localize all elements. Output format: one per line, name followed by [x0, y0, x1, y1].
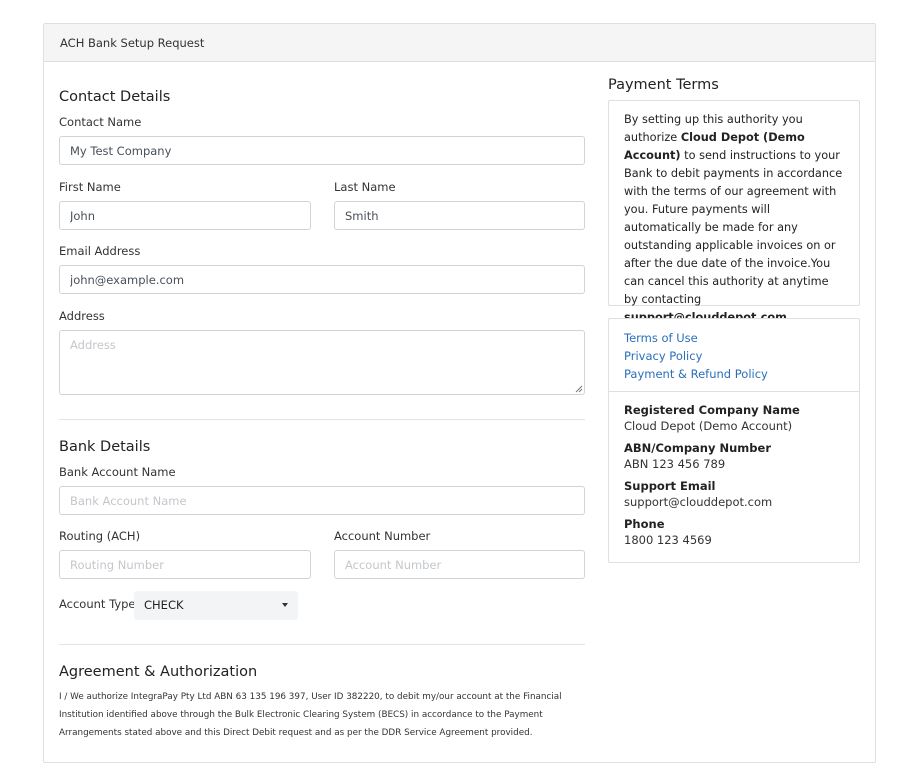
privacy-policy-link[interactable]: Privacy Policy — [624, 347, 844, 365]
terms-text-part: to send instructions to your Bank to deb… — [624, 149, 843, 306]
routing-number-input[interactable] — [59, 550, 311, 579]
policy-links: Terms of Use Privacy Policy Payment & Re… — [609, 319, 859, 392]
payment-terms-heading: Payment Terms — [608, 77, 719, 93]
contact-name-label: Contact Name — [59, 115, 142, 129]
payment-terms-text: By setting up this authority you authori… — [609, 101, 859, 337]
payment-terms-box: By setting up this authority you authori… — [608, 100, 860, 324]
first-name-label: First Name — [59, 180, 121, 194]
bank-account-name-label: Bank Account Name — [59, 465, 176, 479]
last-name-label: Last Name — [334, 180, 396, 194]
agreement-text: I / We authorize IntegraPay Pty Ltd ABN … — [59, 692, 562, 738]
support-email-value: support@clouddepot.com — [624, 495, 773, 509]
contact-details-heading: Contact Details — [59, 89, 171, 105]
caret-down-icon — [282, 603, 288, 607]
resize-grip-icon[interactable] — [575, 385, 583, 393]
last-name-input[interactable] — [334, 201, 585, 230]
account-number-label: Account Number — [334, 529, 431, 543]
first-name-input[interactable] — [59, 201, 311, 230]
address-textarea[interactable] — [59, 330, 585, 395]
abn-label: ABN/Company Number — [624, 441, 771, 455]
routing-label: Routing (ACH) — [59, 529, 141, 543]
refund-policy-link[interactable]: Payment & Refund Policy — [624, 365, 844, 383]
reg-name-value: Cloud Depot (Demo Account) — [624, 419, 793, 433]
company-info-box: Terms of Use Privacy Policy Payment & Re… — [608, 318, 860, 563]
terms-of-use-link[interactable]: Terms of Use — [624, 329, 844, 347]
section-divider — [59, 644, 585, 645]
agreement-heading: Agreement & Authorization — [59, 664, 258, 680]
phone-value: 1800 123 4569 — [624, 533, 712, 547]
email-label: Email Address — [59, 244, 141, 258]
address-label: Address — [59, 309, 105, 323]
phone-label: Phone — [624, 517, 665, 531]
support-email-label: Support Email — [624, 479, 716, 493]
account-number-input[interactable] — [334, 550, 585, 579]
contact-name-input[interactable] — [59, 136, 585, 165]
reg-name-label: Registered Company Name — [624, 403, 800, 417]
account-type-label: Account Type — [59, 597, 136, 611]
card-header-title: ACH Bank Setup Request — [44, 24, 875, 62]
bank-details-heading: Bank Details — [59, 439, 151, 455]
bank-account-name-input[interactable] — [59, 486, 585, 515]
company-details: Registered Company Name Cloud Depot (Dem… — [609, 392, 859, 564]
account-type-value: CHECK — [144, 598, 184, 612]
email-input[interactable] — [59, 265, 585, 294]
account-type-select[interactable]: CHECK — [134, 591, 298, 620]
abn-value: ABN 123 456 789 — [624, 457, 726, 471]
section-divider — [59, 419, 585, 420]
